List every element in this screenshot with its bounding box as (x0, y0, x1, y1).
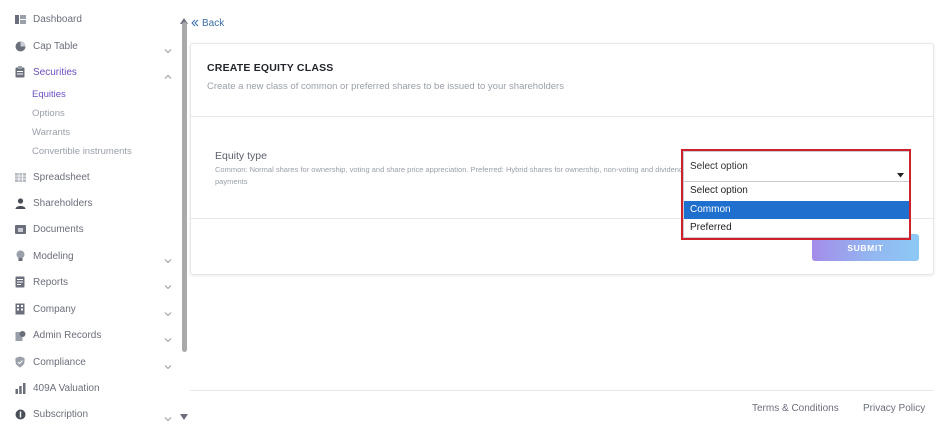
chevron-down-icon[interactable] (164, 278, 172, 290)
sidebar-subitem-options[interactable]: Options (32, 108, 65, 119)
sidebar-item-subscription[interactable]: Subscription (0, 403, 178, 425)
sidebar-item-label: Shareholders (33, 197, 93, 209)
terms-and-conditions-link[interactable]: Terms & Conditions (752, 403, 839, 414)
sidebar: Dashboard Cap Table Securities Equities … (0, 0, 190, 430)
equity-type-options-list: Select option Common Preferred (683, 182, 910, 238)
divider (191, 116, 933, 117)
sidebar-item-label: Company (33, 303, 76, 315)
reports-icon (14, 276, 26, 288)
sidebar-item-label: Securities (33, 66, 77, 78)
spreadsheet-icon (14, 171, 26, 183)
sidebar-item-label: Admin Records (33, 329, 102, 341)
sidebar-item-dashboard[interactable]: Dashboard (0, 8, 178, 30)
sidebar-scrollbar-thumb[interactable] (182, 22, 187, 352)
sidebar-item-label: Reports (33, 276, 69, 288)
sidebar-subitem-convertible-instruments[interactable]: Convertible instruments (32, 146, 132, 157)
chevron-down-icon[interactable] (164, 305, 172, 317)
shield-icon (14, 356, 26, 368)
equity-type-help-text: Common: Normal shares for ownership, vot… (215, 165, 684, 186)
clipboard-icon (14, 66, 26, 78)
chevron-down-icon[interactable] (164, 42, 172, 54)
sidebar-item-admin-records[interactable]: Admin Records (0, 324, 178, 346)
option-select-option[interactable]: Select option (684, 182, 909, 200)
sidebar-item-spreadsheet[interactable]: Spreadsheet (0, 166, 178, 188)
sidebar-item-modeling[interactable]: Modeling (0, 245, 178, 267)
sidebar-item-documents[interactable]: Documents (0, 218, 178, 240)
equity-type-select[interactable]: Select option (683, 151, 910, 182)
sidebar-item-409a-valuation[interactable]: 409A Valuation (0, 377, 178, 399)
chevron-down-icon[interactable] (164, 331, 172, 343)
back-link[interactable]: Back (191, 16, 224, 30)
back-label: Back (202, 17, 225, 29)
lightbulb-icon (14, 250, 26, 262)
sidebar-item-securities[interactable]: Securities (0, 61, 178, 83)
admin-records-icon (14, 329, 26, 341)
equity-type-label: Equity type (215, 150, 267, 162)
option-preferred[interactable]: Preferred (684, 219, 909, 237)
submit-button[interactable]: SUBMIT (812, 234, 919, 261)
card-title: CREATE EQUITY CLASS (207, 62, 334, 74)
bar-chart-icon (14, 382, 26, 394)
sidebar-subitem-equities[interactable]: Equities (32, 89, 66, 100)
select-current-value: Select option (690, 161, 748, 172)
option-common[interactable]: Common (684, 201, 909, 219)
sidebar-item-reports[interactable]: Reports (0, 271, 178, 293)
subscription-icon (14, 408, 26, 420)
folder-icon (14, 223, 26, 235)
sidebar-item-label: 409A Valuation (33, 382, 100, 394)
sidebar-item-label: Cap Table (33, 40, 78, 52)
chevron-down-icon[interactable] (164, 252, 172, 264)
sidebar-item-label: Compliance (33, 356, 86, 368)
sidebar-subitem-warrants[interactable]: Warrants (32, 127, 70, 138)
card-subtitle: Create a new class of common or preferre… (207, 81, 564, 92)
sidebar-item-label: Documents (33, 223, 84, 235)
chevron-down-icon[interactable] (164, 358, 172, 370)
privacy-policy-link[interactable]: Privacy Policy (863, 403, 925, 414)
dashboard-icon (14, 13, 26, 25)
sidebar-item-label: Dashboard (33, 13, 82, 25)
chevron-down-icon[interactable] (164, 410, 172, 422)
sidebar-item-company[interactable]: Company (0, 298, 178, 320)
double-chevron-left-icon (191, 14, 199, 32)
building-icon (14, 303, 26, 315)
sidebar-item-cap-table[interactable]: Cap Table (0, 35, 178, 57)
sidebar-item-label: Spreadsheet (33, 171, 90, 183)
scroll-down-arrow-icon[interactable] (180, 407, 188, 420)
user-icon (14, 197, 26, 209)
sidebar-item-label: Modeling (33, 250, 74, 262)
sidebar-item-compliance[interactable]: Compliance (0, 351, 178, 373)
scroll-up-arrow-icon[interactable] (180, 11, 188, 24)
pie-chart-icon (14, 40, 26, 52)
chevron-up-icon[interactable] (164, 68, 172, 79)
sidebar-item-shareholders[interactable]: Shareholders (0, 192, 178, 214)
sidebar-item-label: Subscription (33, 408, 89, 420)
footer-divider (190, 390, 934, 391)
caret-down-icon (897, 165, 904, 178)
